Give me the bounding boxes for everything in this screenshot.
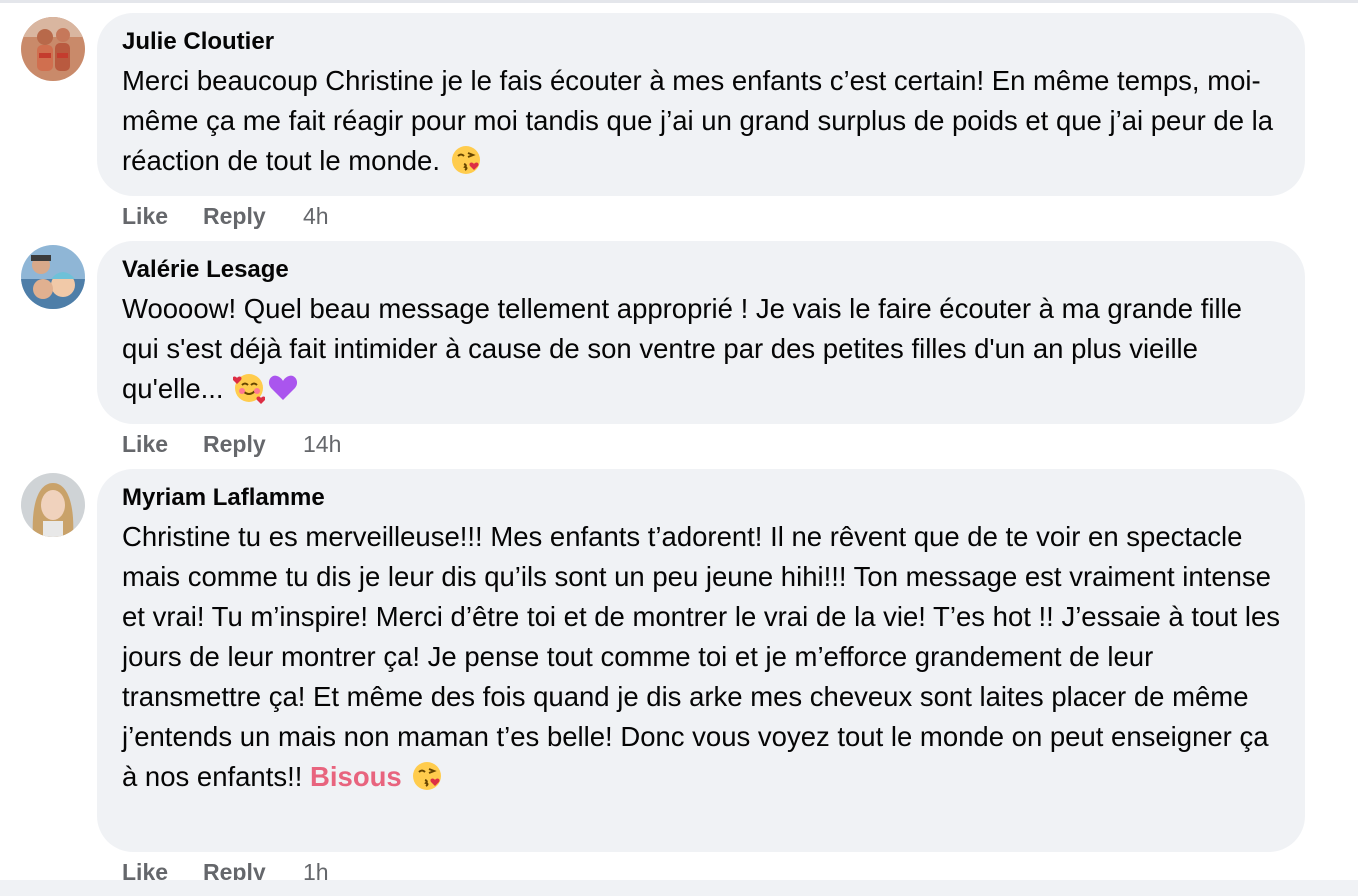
comment-text: Woooow! Quel beau message tellement appr… bbox=[122, 289, 1281, 409]
smiling-hearts-emoji-icon bbox=[233, 374, 266, 404]
kissing-heart-emoji-icon bbox=[451, 146, 480, 174]
avatar[interactable] bbox=[21, 473, 85, 537]
comment-author[interactable]: Julie Cloutier bbox=[122, 27, 1281, 57]
reply-button[interactable]: Reply bbox=[203, 201, 266, 231]
comment-bubble: Julie Cloutier Merci beaucoup Christine … bbox=[97, 13, 1305, 196]
comment-bubble: Valérie Lesage Woooow! Quel beau message… bbox=[97, 241, 1305, 424]
avatar[interactable] bbox=[21, 245, 85, 309]
purple-heart-emoji-icon bbox=[269, 375, 298, 400]
bottom-bar bbox=[0, 880, 1358, 896]
comment-text: Merci beaucoup Christine je le fais écou… bbox=[122, 61, 1281, 181]
mention-link[interactable]: Bisous bbox=[310, 761, 402, 792]
kissing-heart-emoji-icon bbox=[413, 762, 442, 790]
timestamp[interactable]: 14h bbox=[303, 429, 341, 459]
avatar[interactable] bbox=[21, 17, 85, 81]
like-button[interactable]: Like bbox=[122, 429, 168, 459]
comment-author[interactable]: Valérie Lesage bbox=[122, 255, 1281, 285]
comment-text: Christine tu es merveilleuse!!! Mes enfa… bbox=[122, 517, 1281, 797]
comment-bubble: Myriam Laflamme Christine tu es merveill… bbox=[97, 469, 1305, 852]
comment-author[interactable]: Myriam Laflamme bbox=[122, 483, 1281, 513]
like-button[interactable]: Like bbox=[122, 201, 168, 231]
comment-body: Merci beaucoup Christine je le fais écou… bbox=[122, 65, 1274, 176]
timestamp[interactable]: 4h bbox=[303, 201, 329, 231]
top-divider bbox=[0, 0, 1358, 3]
reply-button[interactable]: Reply bbox=[203, 429, 266, 459]
comment-body: Christine tu es merveilleuse!!! Mes enfa… bbox=[122, 521, 1281, 792]
